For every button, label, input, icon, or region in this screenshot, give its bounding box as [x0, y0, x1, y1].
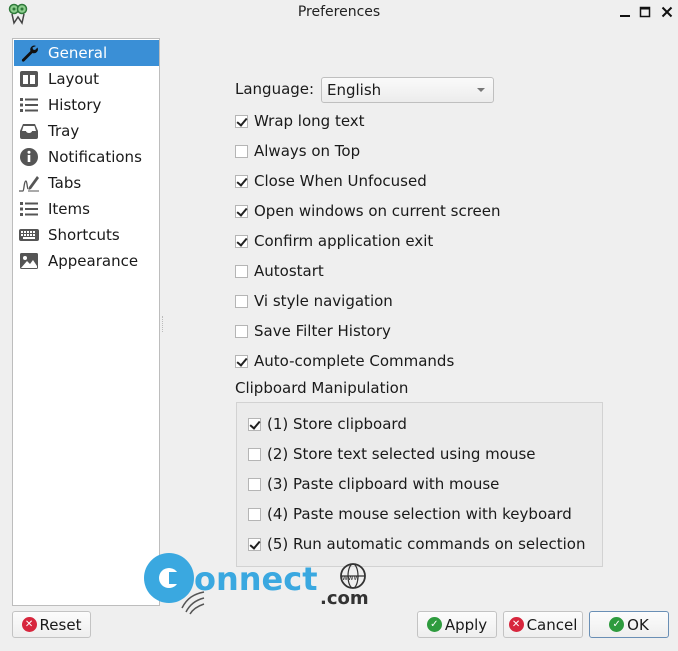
checkbox-label: Autostart — [254, 262, 324, 280]
reset-label: Reset — [39, 615, 82, 634]
checkbox-box[interactable] — [248, 417, 261, 431]
check-circle-icon: ✓ — [426, 617, 442, 632]
always-on-top-checkbox[interactable]: Always on Top — [235, 141, 360, 161]
preferences-category-list[interactable]: General Layout History Tray Notification… — [12, 38, 160, 606]
checkbox-box[interactable] — [248, 507, 261, 521]
ok-button[interactable]: ✓ OK — [589, 611, 669, 638]
sidebar-item-label: History — [48, 96, 102, 114]
sidebar-item-general[interactable]: General — [14, 40, 159, 66]
checkbox-box[interactable] — [235, 324, 248, 338]
checkbox-box[interactable] — [235, 174, 248, 188]
close-when-unfocused-checkbox[interactable]: Close When Unfocused — [235, 171, 427, 191]
sidebar-item-history[interactable]: History — [14, 92, 159, 118]
checkbox-box[interactable] — [235, 114, 248, 128]
sidebar-item-label: Tray — [48, 122, 80, 140]
checkbox-label: Always on Top — [254, 142, 361, 160]
sidebar-item-appearance[interactable]: Appearance — [14, 248, 159, 274]
wrench-icon — [18, 43, 40, 63]
sidebar-item-layout[interactable]: Layout — [14, 66, 159, 92]
checkbox-label: Confirm application exit — [254, 232, 434, 250]
checkbox-box[interactable] — [248, 477, 261, 491]
checkbox-label: Wrap long text — [254, 112, 365, 130]
watermark-suffix: .com — [320, 588, 369, 609]
sidebar-item-label: Notifications — [48, 148, 142, 166]
signature-pen-icon — [18, 173, 40, 193]
sidebar-item-label: Shortcuts — [48, 226, 120, 244]
minimize-icon[interactable] — [617, 4, 633, 20]
cancel-circle-icon: ✕ — [508, 617, 524, 632]
check-circle-icon: ✓ — [609, 617, 625, 632]
language-value: English — [327, 81, 382, 99]
checkbox-label: Save Filter History — [254, 322, 391, 340]
checkbox-label: (2) Store text selected using mouse — [267, 445, 536, 463]
sidebar-item-label: Appearance — [48, 252, 139, 270]
store-clipboard-checkbox[interactable]: (1) Store clipboard — [248, 414, 407, 434]
checkbox-label: (5) Run automatic commands on selection — [267, 535, 586, 553]
checkbox-box[interactable] — [248, 447, 261, 461]
checkbox-label: Close When Unfocused — [254, 172, 427, 190]
save-filter-history-checkbox[interactable]: Save Filter History — [235, 321, 391, 341]
auto-complete-commands-checkbox[interactable]: Auto-complete Commands — [235, 351, 454, 371]
cancel-label: Cancel — [526, 615, 578, 634]
sidebar-item-items[interactable]: Items — [14, 196, 159, 222]
sidebar-item-label: Tabs — [48, 174, 82, 192]
image-icon — [18, 251, 40, 271]
clipboard-group-title: Clipboard Manipulation — [235, 379, 409, 397]
checkbox-box[interactable] — [235, 294, 248, 308]
store-mouse-selection-checkbox[interactable]: (2) Store text selected using mouse — [248, 444, 536, 464]
open-windows-current-screen-checkbox[interactable]: Open windows on current screen — [235, 201, 501, 221]
autostart-checkbox[interactable]: Autostart — [235, 261, 324, 281]
checkbox-box[interactable] — [235, 354, 248, 368]
checkbox-label: Vi style navigation — [254, 292, 393, 310]
checkbox-label: (4) Paste mouse selection with keyboard — [267, 505, 572, 523]
confirm-exit-checkbox[interactable]: Confirm application exit — [235, 231, 433, 251]
reset-button[interactable]: ✕ Reset — [12, 611, 91, 638]
apply-button[interactable]: ✓ Apply — [417, 611, 497, 638]
checkbox-label: (1) Store clipboard — [267, 415, 407, 433]
checkbox-box[interactable] — [235, 144, 248, 158]
list-icon — [18, 199, 40, 219]
layout-icon — [18, 69, 40, 89]
checkbox-label: (3) Paste clipboard with mouse — [267, 475, 500, 493]
checkbox-box[interactable] — [248, 537, 261, 551]
language-label: Language: — [235, 80, 315, 98]
apply-label: Apply — [444, 615, 488, 634]
cancel-circle-icon: ✕ — [21, 617, 37, 632]
checkbox-box[interactable] — [235, 264, 248, 278]
paste-selection-keyboard-checkbox[interactable]: (4) Paste mouse selection with keyboard — [248, 504, 572, 524]
cancel-button[interactable]: ✕ Cancel — [503, 611, 583, 638]
checkbox-box[interactable] — [235, 234, 248, 248]
sidebar-item-tray[interactable]: Tray — [14, 118, 159, 144]
sidebar-item-notifications[interactable]: Notifications — [14, 144, 159, 170]
sidebar-item-shortcuts[interactable]: Shortcuts — [14, 222, 159, 248]
run-automatic-commands-checkbox[interactable]: (5) Run automatic commands on selection — [248, 534, 586, 554]
vi-style-navigation-checkbox[interactable]: Vi style navigation — [235, 291, 393, 311]
keyboard-icon — [18, 225, 40, 245]
sidebar-item-tabs[interactable]: Tabs — [14, 170, 159, 196]
language-select[interactable]: English — [321, 77, 494, 103]
info-icon — [18, 147, 40, 167]
watermark-globe-text: www — [342, 574, 359, 582]
wrap-long-text-checkbox[interactable]: Wrap long text — [235, 111, 365, 131]
checkbox-box[interactable] — [235, 204, 248, 218]
ok-label: OK — [627, 615, 649, 634]
tray-icon — [18, 121, 40, 141]
splitter-handle[interactable] — [162, 316, 164, 332]
window-title: Preferences — [297, 4, 381, 20]
maximize-icon[interactable] — [637, 4, 653, 20]
checkbox-label: Auto-complete Commands — [254, 352, 455, 370]
list-icon — [18, 95, 40, 115]
sidebar-item-label: Layout — [48, 70, 99, 88]
chevron-down-icon — [477, 88, 485, 92]
sidebar-item-label: Items — [48, 200, 90, 218]
paste-clipboard-mouse-checkbox[interactable]: (3) Paste clipboard with mouse — [248, 474, 499, 494]
title-bar: Preferences — [0, 0, 678, 28]
close-icon[interactable] — [659, 4, 675, 20]
checkbox-label: Open windows on current screen — [254, 202, 501, 220]
sidebar-item-label: General — [48, 44, 108, 62]
